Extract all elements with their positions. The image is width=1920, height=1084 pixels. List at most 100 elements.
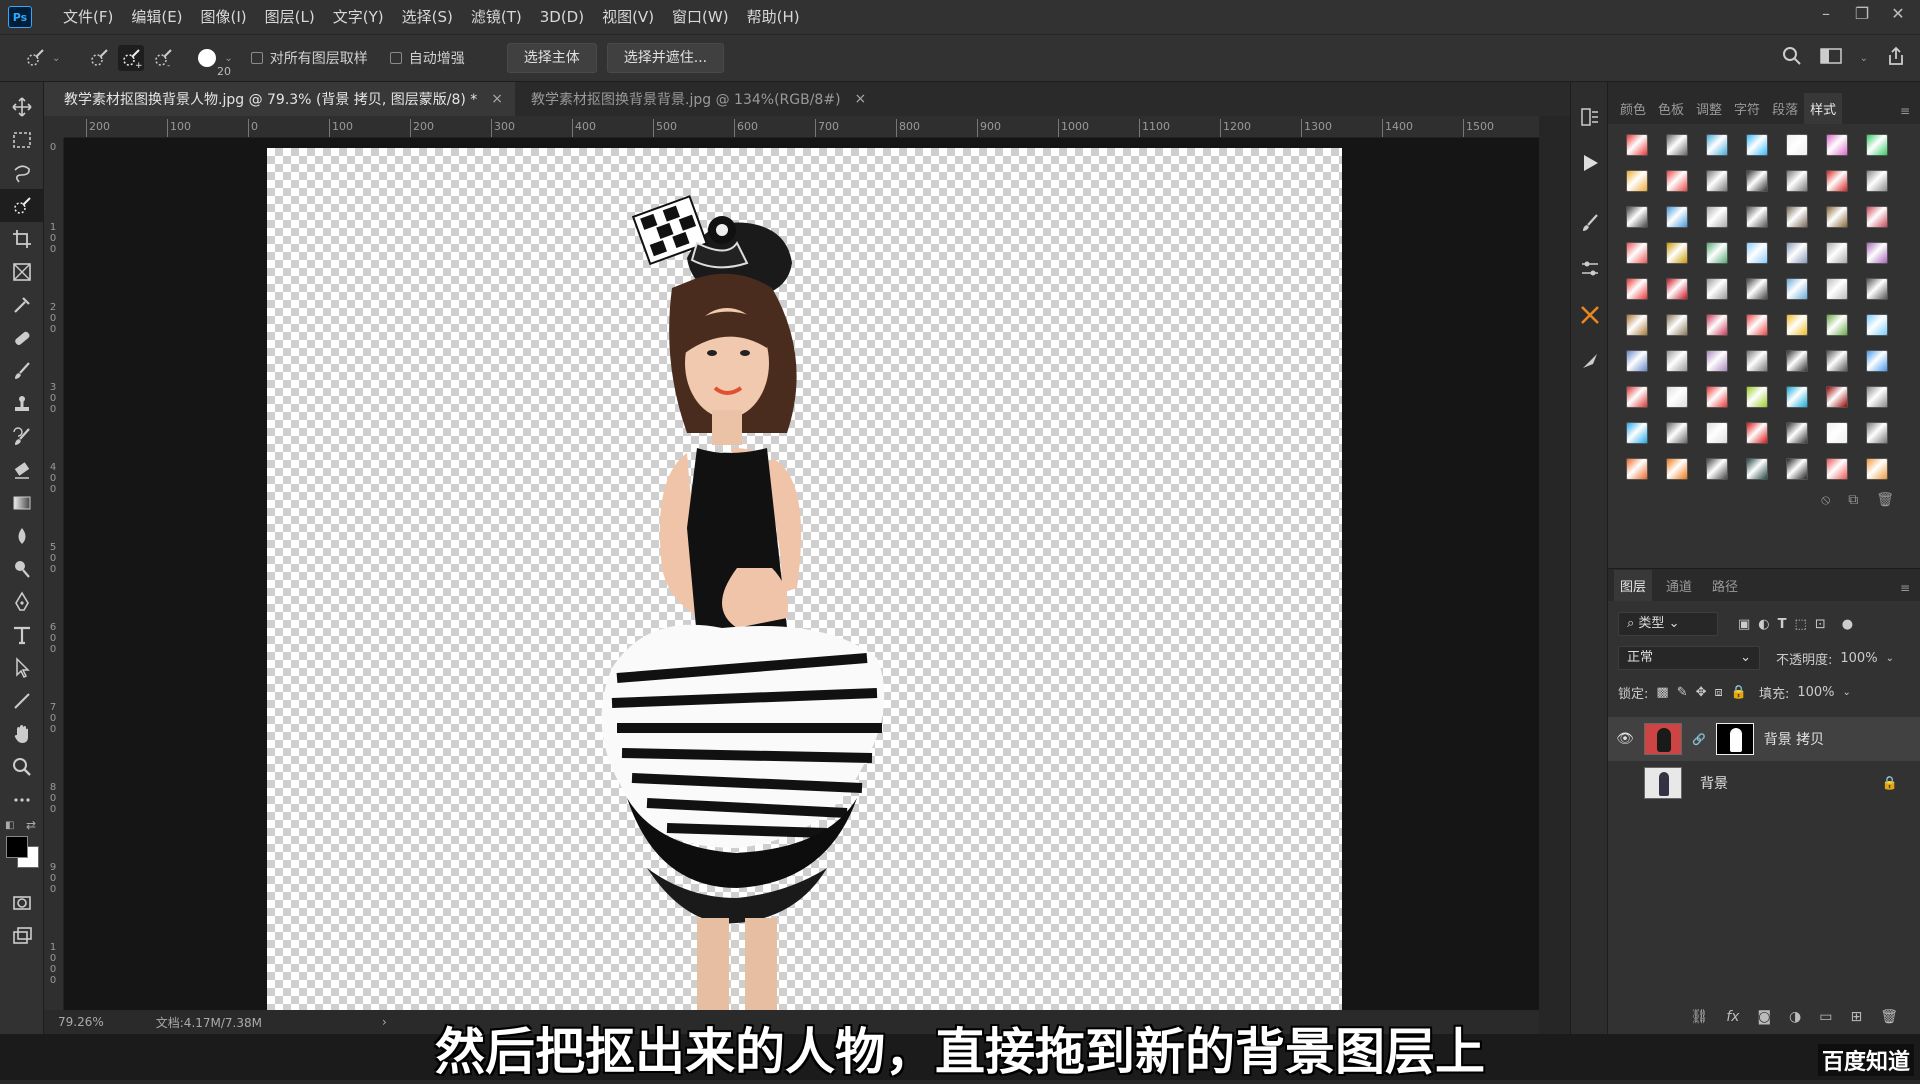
style-swatch[interactable] (1706, 206, 1728, 228)
history-brush-tool-icon[interactable] (0, 420, 44, 453)
type-tool-icon[interactable] (0, 618, 44, 651)
actions-play-icon[interactable] (1571, 140, 1609, 186)
brush-dropdown-icon[interactable]: ⌄ (224, 53, 232, 64)
filter-toggle-icon[interactable]: ● (1842, 617, 1853, 632)
lock-transparent-icon[interactable]: ▩ (1656, 685, 1668, 700)
style-swatch[interactable] (1706, 458, 1728, 480)
style-swatch[interactable] (1826, 314, 1848, 336)
clone-source-icon[interactable] (1571, 338, 1609, 384)
line-tool-icon[interactable] (0, 684, 44, 717)
style-swatch[interactable] (1746, 206, 1768, 228)
clear-style-icon[interactable]: ⦸ (1821, 492, 1830, 508)
style-swatch[interactable] (1746, 242, 1768, 264)
menu-3d[interactable]: 3D(D) (531, 0, 593, 34)
vertical-ruler[interactable]: 01002003004005006007008009001000 (44, 138, 64, 1010)
style-swatch[interactable] (1866, 458, 1888, 480)
style-swatch[interactable] (1786, 134, 1808, 156)
canvas-area[interactable] (64, 138, 1539, 1010)
healing-brush-tool-icon[interactable] (0, 321, 44, 354)
panel-menu-icon[interactable]: ≡ (1900, 104, 1910, 124)
document-canvas[interactable] (267, 148, 1342, 1010)
style-swatch[interactable] (1626, 386, 1648, 408)
style-swatch[interactable] (1746, 458, 1768, 480)
tab-close-icon[interactable]: × (491, 91, 503, 107)
crop-tool-icon[interactable] (0, 222, 44, 255)
style-swatch[interactable] (1866, 134, 1888, 156)
style-swatch[interactable] (1746, 134, 1768, 156)
properties-sliders-icon[interactable] (1571, 246, 1609, 292)
brush-picker[interactable] (198, 49, 216, 67)
minimize-icon[interactable]: – (1818, 6, 1834, 22)
move-tool-icon[interactable] (0, 90, 44, 123)
layer-lock-icon[interactable]: 🔒 (1882, 776, 1898, 791)
workspace-icon[interactable] (1820, 47, 1842, 69)
foreground-color-swatch[interactable] (6, 836, 28, 858)
tab-paths[interactable]: 路径 (1706, 576, 1744, 601)
lock-artboard-icon[interactable]: ⧈ (1715, 685, 1723, 700)
style-swatch[interactable] (1786, 170, 1808, 192)
style-swatch[interactable] (1826, 422, 1848, 444)
style-swatch[interactable] (1666, 458, 1688, 480)
layer-name[interactable]: 背景 拷贝 (1764, 729, 1824, 749)
style-swatch[interactable] (1746, 422, 1768, 444)
style-swatch[interactable] (1866, 206, 1888, 228)
path-selection-tool-icon[interactable] (0, 651, 44, 684)
tab-channels[interactable]: 通道 (1660, 576, 1698, 601)
layer-name[interactable]: 背景 (1700, 773, 1728, 793)
layer-row-background-copy[interactable]: 👁 🔗 背景 拷贝 (1608, 717, 1920, 761)
horizontal-ruler[interactable]: 2001000100200300400500600700800900100011… (64, 116, 1539, 138)
sample-all-layers-box[interactable] (251, 52, 263, 64)
style-swatch[interactable] (1786, 242, 1808, 264)
quick-selection-tool-icon[interactable] (0, 189, 44, 222)
style-swatch[interactable] (1786, 206, 1808, 228)
style-swatch[interactable] (1666, 242, 1688, 264)
pen-tool-icon[interactable] (0, 585, 44, 618)
style-swatch[interactable] (1746, 170, 1768, 192)
lock-position-icon[interactable]: ✥ (1696, 685, 1707, 700)
layers-panel-menu-icon[interactable]: ≡ (1900, 581, 1910, 601)
style-swatch[interactable] (1826, 206, 1848, 228)
style-swatch[interactable] (1666, 134, 1688, 156)
fill-dropdown-icon[interactable]: ⌄ (1843, 687, 1851, 698)
style-swatch[interactable] (1666, 206, 1688, 228)
default-colors-icon[interactable]: ◧ (5, 820, 14, 831)
workspace-dropdown-icon[interactable]: ⌄ (1860, 53, 1868, 64)
tab-layers[interactable]: 图层 (1614, 570, 1652, 601)
tab-character[interactable]: 字符 (1728, 99, 1766, 124)
style-swatch[interactable] (1826, 458, 1848, 480)
zoom-tool-icon[interactable] (0, 750, 44, 783)
more-tools-icon[interactable] (0, 783, 44, 816)
style-swatch[interactable] (1826, 278, 1848, 300)
style-swatch[interactable] (1786, 386, 1808, 408)
style-swatch[interactable] (1706, 350, 1728, 372)
style-swatch[interactable] (1626, 350, 1648, 372)
auto-enhance-box[interactable] (390, 52, 402, 64)
tab-styles[interactable]: 样式 (1804, 93, 1842, 124)
mask-link-icon[interactable]: 🔗 (1692, 733, 1706, 746)
share-icon[interactable] (1886, 46, 1906, 70)
layer-filter-select[interactable]: ⌕ 类型 ⌄ (1618, 612, 1718, 636)
tab-paragraph[interactable]: 段落 (1766, 99, 1804, 124)
clone-stamp-tool-icon[interactable] (0, 387, 44, 420)
marquee-tool-icon[interactable] (0, 123, 44, 156)
style-swatch[interactable] (1746, 278, 1768, 300)
eyedropper-tool-icon[interactable] (0, 288, 44, 321)
new-selection-icon[interactable] (86, 45, 112, 71)
menu-type[interactable]: 文字(Y) (324, 0, 393, 34)
style-swatch[interactable] (1626, 422, 1648, 444)
style-swatch[interactable] (1866, 422, 1888, 444)
style-swatch[interactable] (1866, 314, 1888, 336)
style-swatch[interactable] (1826, 350, 1848, 372)
style-swatch[interactable] (1626, 458, 1648, 480)
filter-adjustment-icon[interactable]: ◐ (1758, 617, 1769, 632)
tab-person-document[interactable]: 教学素材抠图换背景人物.jpg @ 79.3% (背景 拷贝, 图层蒙版/8) … (44, 82, 515, 116)
eraser-tool-icon[interactable] (0, 453, 44, 486)
layer-thumbnail[interactable] (1644, 723, 1682, 755)
style-swatch[interactable] (1786, 314, 1808, 336)
style-swatch[interactable] (1746, 314, 1768, 336)
menu-select[interactable]: 选择(S) (393, 0, 462, 34)
lasso-tool-icon[interactable] (0, 156, 44, 189)
search-icon[interactable] (1782, 46, 1802, 70)
style-swatch[interactable] (1626, 170, 1648, 192)
history-panel-icon[interactable] (1571, 94, 1609, 140)
